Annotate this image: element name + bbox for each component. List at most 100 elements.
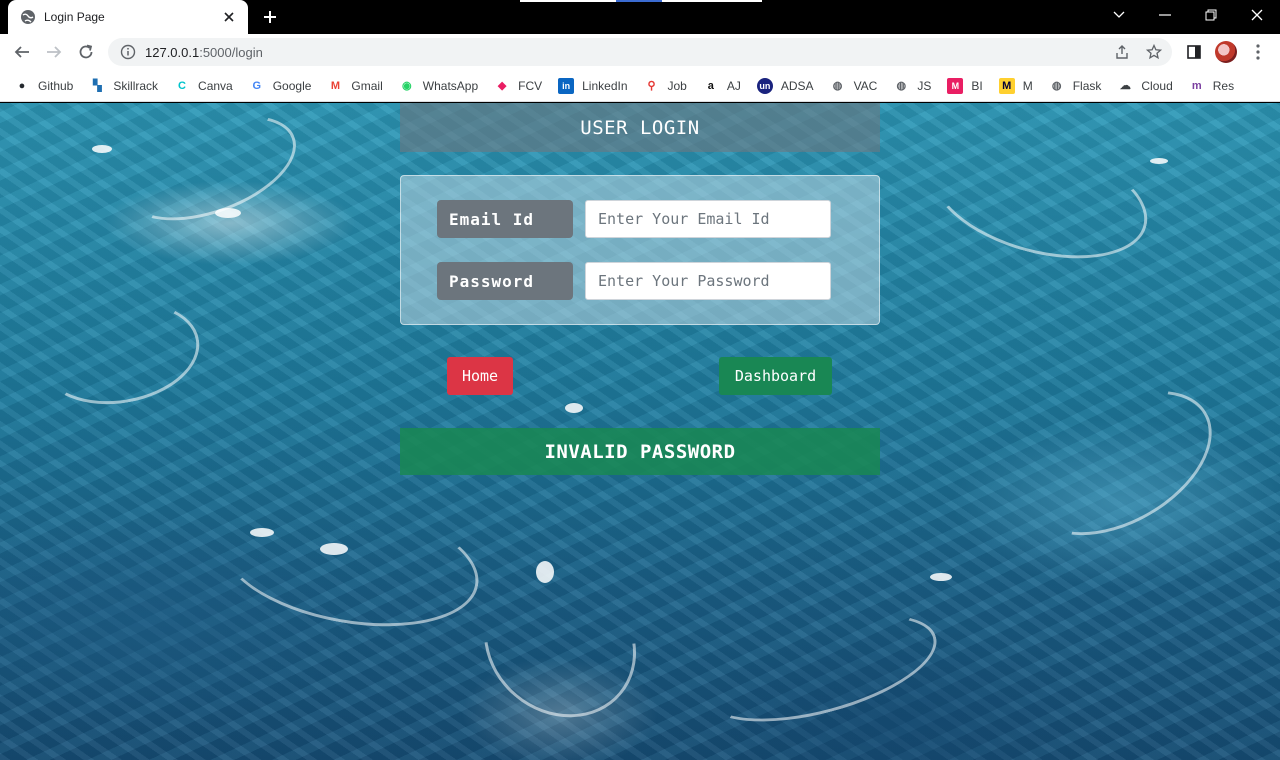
bookmark-vac[interactable]: ◍ VAC — [830, 73, 894, 99]
url-text: 127.0.0.1:5000/login — [145, 44, 263, 60]
tab-search-button[interactable] — [1096, 0, 1142, 30]
bookmark-aj[interactable]: a AJ — [703, 73, 757, 99]
close-tab-icon[interactable] — [220, 8, 238, 26]
water-sparkle — [536, 561, 554, 583]
bookmark-whatsapp[interactable]: ◉ WhatsApp — [399, 73, 494, 99]
bookmark-star-button[interactable] — [1142, 40, 1166, 64]
bookmark-flask[interactable]: ◍ Flask — [1049, 73, 1118, 99]
miro-icon: M — [998, 77, 1015, 94]
side-panel-button[interactable] — [1182, 40, 1206, 64]
bookmark-label: Job — [667, 78, 687, 93]
side-panel-icon — [1187, 45, 1201, 59]
share-button[interactable] — [1110, 40, 1134, 64]
globe-icon: ◍ — [896, 79, 907, 92]
bookmark-linkedin[interactable]: in LinkedIn — [558, 73, 643, 99]
linkedin-icon: in — [558, 77, 575, 94]
amazon-icon: a — [707, 79, 714, 92]
browser-toolbar: 127.0.0.1:5000/login — [0, 34, 1280, 70]
bookmark-label: Flask — [1072, 78, 1102, 93]
tab-strip: Login Page — [0, 0, 1280, 34]
bookmark-label: JS — [917, 78, 932, 93]
github-icon: ● — [18, 79, 26, 92]
bookmark-label: FCV — [518, 78, 543, 93]
bookmark-bi[interactable]: M BI — [947, 73, 998, 99]
reload-icon — [79, 44, 93, 59]
close-icon — [1251, 9, 1263, 21]
bookmark-google[interactable]: G Google — [249, 73, 328, 99]
water-ripple — [32, 289, 208, 417]
bookmark-cloud[interactable]: ☁ Cloud — [1117, 73, 1188, 99]
water-sparkle — [930, 573, 952, 581]
close-window-button[interactable] — [1234, 0, 1280, 30]
bookmark-label: Canva — [198, 78, 233, 93]
star-icon — [1146, 44, 1162, 60]
water-ripple — [692, 593, 948, 743]
bookmark-m[interactable]: MM — [998, 73, 1049, 99]
m-pink-icon: M — [947, 77, 964, 94]
arrow-left-icon — [14, 46, 29, 58]
water-ripple — [1003, 361, 1237, 565]
bookmark-fcv[interactable]: ◆ FCV — [494, 73, 558, 99]
bookmark-gmail[interactable]: M Gmail — [327, 73, 398, 99]
dashboard-button[interactable]: Dashboard — [719, 357, 832, 395]
reload-button[interactable] — [72, 38, 100, 66]
login-header: USER LOGIN — [400, 103, 880, 152]
bookmark-res[interactable]: m Res — [1189, 73, 1250, 99]
tab-login-page[interactable]: Login Page — [8, 0, 248, 34]
login-form: Email Id Password — [400, 175, 880, 325]
restore-icon — [1205, 9, 1217, 21]
globe-icon: ◍ — [832, 79, 843, 92]
bookmark-label: M — [1022, 78, 1033, 93]
password-input[interactable] — [585, 262, 831, 300]
gmail-icon: M — [330, 79, 340, 92]
bookmark-adsa[interactable]: un ADSA — [756, 73, 830, 99]
email-label: Email Id — [437, 200, 573, 238]
globe-icon — [21, 10, 35, 24]
email-input[interactable] — [585, 200, 831, 238]
tab-title: Login Page — [44, 10, 105, 24]
bookmark-js[interactable]: ◍ JS — [893, 73, 947, 99]
bookmark-github[interactable]: ● Github — [14, 73, 89, 99]
fcv-icon: ◆ — [497, 79, 507, 92]
bookmark-skillrack[interactable]: ▚ Skillrack — [89, 73, 174, 99]
more-vert-icon — [1256, 44, 1260, 60]
back-button[interactable] — [8, 38, 36, 66]
bookmark-label: Cloud — [1141, 78, 1173, 93]
chevron-down-icon — [1113, 11, 1125, 18]
water-ripple — [919, 116, 1161, 280]
bookmark-label: Gmail — [351, 78, 383, 93]
bookmark-job[interactable]: ⚲ Job — [644, 73, 703, 99]
globe-icon: ◍ — [1051, 79, 1062, 92]
bookmark-label: AJ — [726, 78, 741, 93]
minimize-button[interactable] — [1142, 0, 1188, 30]
water-sparkle — [250, 528, 274, 537]
water-sparkle — [565, 403, 583, 413]
unacademy-icon: un — [756, 77, 773, 94]
alert-text: INVALID PASSWORD — [544, 440, 736, 463]
browser-menu-button[interactable] — [1246, 40, 1270, 64]
invalid-password-alert: INVALID PASSWORD — [400, 428, 880, 475]
window-drag-indicator-accent — [616, 0, 662, 2]
canva-icon: C — [178, 79, 186, 92]
bookmark-label: LinkedIn — [582, 78, 628, 93]
bookmark-label: Github — [38, 78, 74, 93]
minimize-icon — [1159, 14, 1171, 16]
address-bar[interactable]: 127.0.0.1:5000/login — [108, 38, 1172, 66]
skillrack-icon: ▚ — [93, 79, 102, 92]
bookmark-canva[interactable]: C Canva — [174, 73, 249, 99]
water-ripple — [211, 481, 489, 645]
bookmark-label: Google — [272, 78, 312, 93]
plus-icon — [264, 11, 276, 23]
new-tab-button[interactable] — [258, 6, 282, 28]
page-viewport: USER LOGIN Email Id Password Home Dashbo… — [0, 103, 1280, 760]
forward-button[interactable] — [40, 38, 68, 66]
job-icon: ⚲ — [647, 79, 656, 92]
bookmark-label: ADSA — [780, 78, 814, 93]
whatsapp-icon: ◉ — [401, 79, 412, 92]
bookmark-label: BI — [971, 78, 983, 93]
home-button[interactable]: Home — [447, 357, 513, 395]
restore-button[interactable] — [1188, 0, 1234, 30]
profile-avatar[interactable] — [1215, 41, 1237, 63]
info-icon[interactable] — [120, 44, 136, 60]
m-purple-icon: m — [1191, 79, 1202, 92]
